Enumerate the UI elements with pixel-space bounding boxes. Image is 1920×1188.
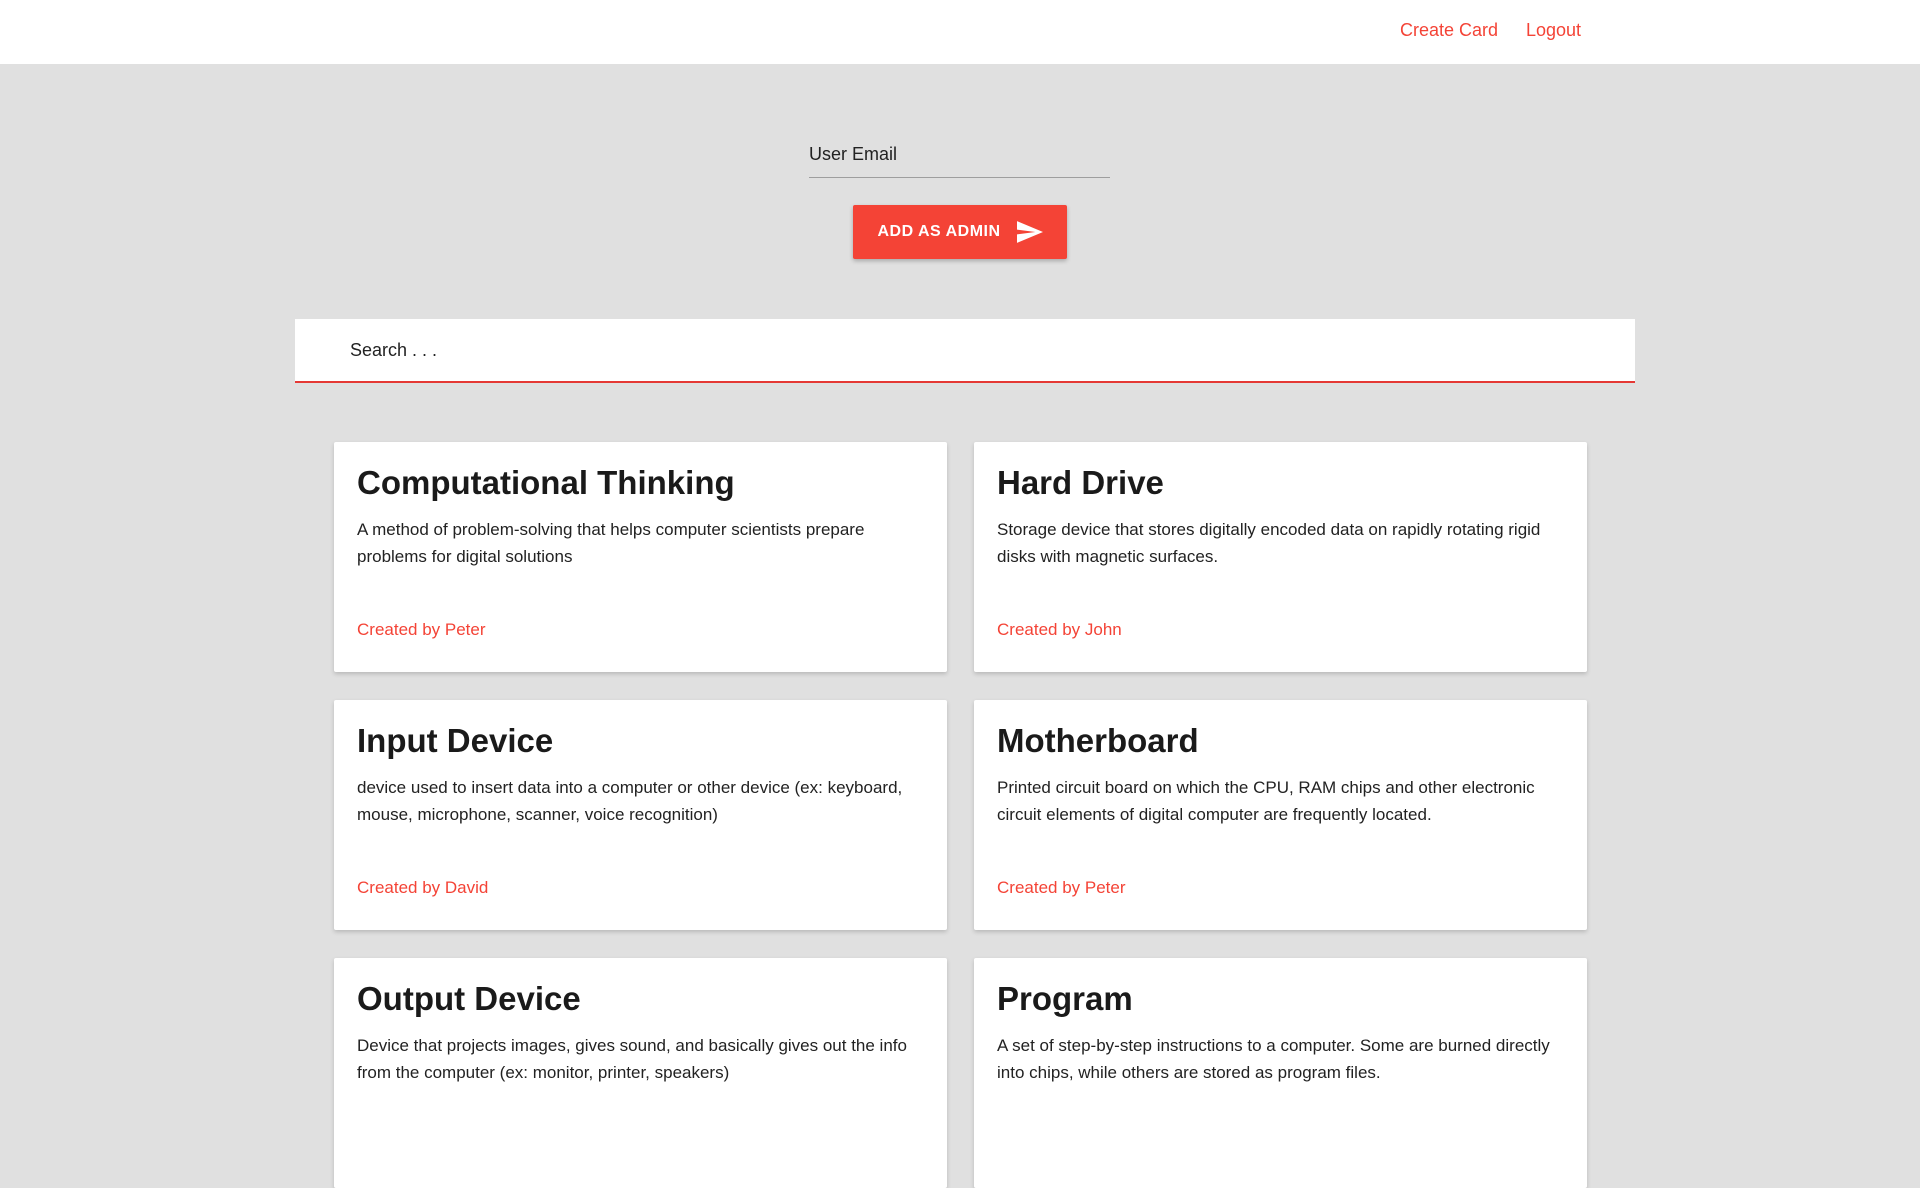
logout-link[interactable]: Logout <box>1526 20 1581 41</box>
card-description: Storage device that stores digitally enc… <box>997 519 1541 566</box>
card-author: Created by John <box>997 620 1122 639</box>
card[interactable]: Input Device device used to insert data … <box>334 700 947 930</box>
card-title: Motherboard <box>997 722 1199 759</box>
card[interactable]: Hard Drive Storage device that stores di… <box>974 442 1587 672</box>
user-email-field[interactable] <box>809 132 1110 178</box>
search-input[interactable] <box>350 319 1550 381</box>
card-title: Input Device <box>357 722 554 759</box>
card-description: A set of step-by-step instructions to a … <box>997 1035 1550 1082</box>
card-author: Created by David <box>357 878 489 897</box>
add-as-admin-button[interactable]: ADD AS ADMIN <box>853 205 1067 259</box>
card-description: Printed circuit board on which the CPU, … <box>997 777 1535 824</box>
card-author: Created by Peter <box>997 878 1126 897</box>
top-nav-bar: Create Card Logout <box>0 0 1920 64</box>
card-grid: Computational Thinking A method of probl… <box>334 442 1588 1188</box>
search-bar <box>295 319 1635 383</box>
send-icon <box>1016 221 1043 243</box>
card[interactable]: Output Device Device that projects image… <box>334 958 947 1188</box>
card-description: device used to insert data into a comput… <box>357 777 903 824</box>
card-title: Output Device <box>357 980 581 1017</box>
card-title: Program <box>997 980 1133 1017</box>
card-author: Created by Peter <box>357 620 486 639</box>
card[interactable]: Program A set of step-by-step instructio… <box>974 958 1587 1188</box>
create-card-link[interactable]: Create Card <box>1400 20 1498 41</box>
card-description: Device that projects images, gives sound… <box>357 1035 907 1082</box>
card[interactable]: Computational Thinking A method of probl… <box>334 442 947 672</box>
card-description: A method of problem-solving that helps c… <box>357 519 865 566</box>
add-as-admin-label: ADD AS ADMIN <box>877 223 1001 240</box>
card[interactable]: Motherboard Printed circuit board on whi… <box>974 700 1587 930</box>
card-title: Hard Drive <box>997 464 1164 501</box>
card-title: Computational Thinking <box>357 464 735 501</box>
